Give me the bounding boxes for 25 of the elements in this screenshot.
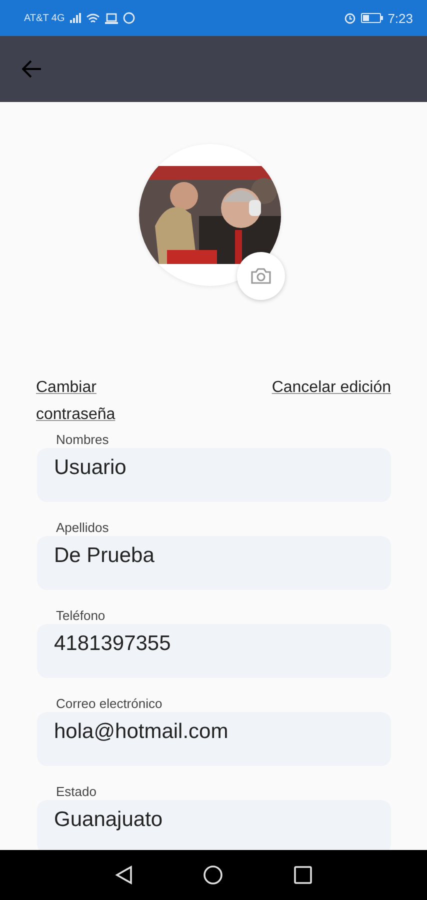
alarm-icon [344, 12, 356, 24]
field-label: Estado [56, 784, 96, 800]
camera-icon [250, 267, 272, 285]
back-nav-icon[interactable] [115, 865, 134, 885]
cancel-edit-link[interactable]: Cancelar edición [272, 374, 391, 401]
input-field[interactable]: Usuario [37, 448, 391, 502]
wifi-icon [86, 12, 100, 24]
signal-icon [70, 13, 81, 23]
chat-icon [122, 12, 135, 24]
home-nav-icon[interactable] [203, 865, 224, 885]
input-field[interactable]: De Prueba [37, 536, 391, 590]
change-photo-button[interactable] [236, 252, 284, 300]
battery-icon [360, 13, 383, 23]
laptop-icon [104, 12, 118, 24]
field-label: Nombres [56, 432, 109, 448]
recents-nav-icon[interactable] [294, 866, 312, 884]
field-label: Apellidos [56, 520, 109, 536]
change-password-link[interactable]: Cambiar contraseña [36, 374, 146, 428]
carrier-label: AT&T 4G [24, 12, 65, 24]
input-field[interactable]: hola@hotmail.com [37, 712, 391, 766]
input-field[interactable]: Guanajuato [37, 800, 391, 850]
field-label: Teléfono [56, 608, 106, 624]
input-field[interactable]: 4181397355 [37, 624, 391, 678]
clock-time: 7:23 [388, 10, 413, 26]
field-label: Correo electrónico [56, 696, 162, 712]
